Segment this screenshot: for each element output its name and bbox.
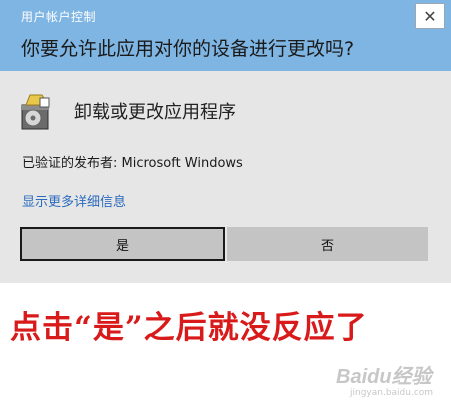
publisher-info: 已验证的发布者: Microsoft Windows <box>22 156 243 171</box>
no-button-label: 否 <box>320 238 334 254</box>
close-button[interactable]: ✕ <box>415 3 445 29</box>
baidu-watermark: Baidu经验 <box>336 366 432 388</box>
dialog-header: 用户帐户控制 ✕ 你要允许此应用对你的设备进行更改吗? <box>0 0 451 71</box>
yes-button[interactable]: 是 <box>20 227 225 261</box>
app-name: 卸载或更改应用程序 <box>74 102 236 123</box>
annotation-caption: 点击“是”之后就没反应了 <box>10 310 368 346</box>
permission-question: 你要允许此应用对你的设备进行更改吗? <box>21 38 355 60</box>
dialog-title: 用户帐户控制 <box>21 10 97 24</box>
close-icon: ✕ <box>423 6 437 26</box>
no-button[interactable]: 否 <box>227 227 428 261</box>
baidu-watermark-url: jingyan.baidu.com <box>350 388 434 398</box>
show-details-link[interactable]: 显示更多详细信息 <box>22 191 126 210</box>
dialog-body: 卸载或更改应用程序 已验证的发布者: Microsoft Windows 显示更… <box>0 71 451 283</box>
installer-disc-icon <box>20 91 52 131</box>
yes-button-label: 是 <box>115 238 129 254</box>
